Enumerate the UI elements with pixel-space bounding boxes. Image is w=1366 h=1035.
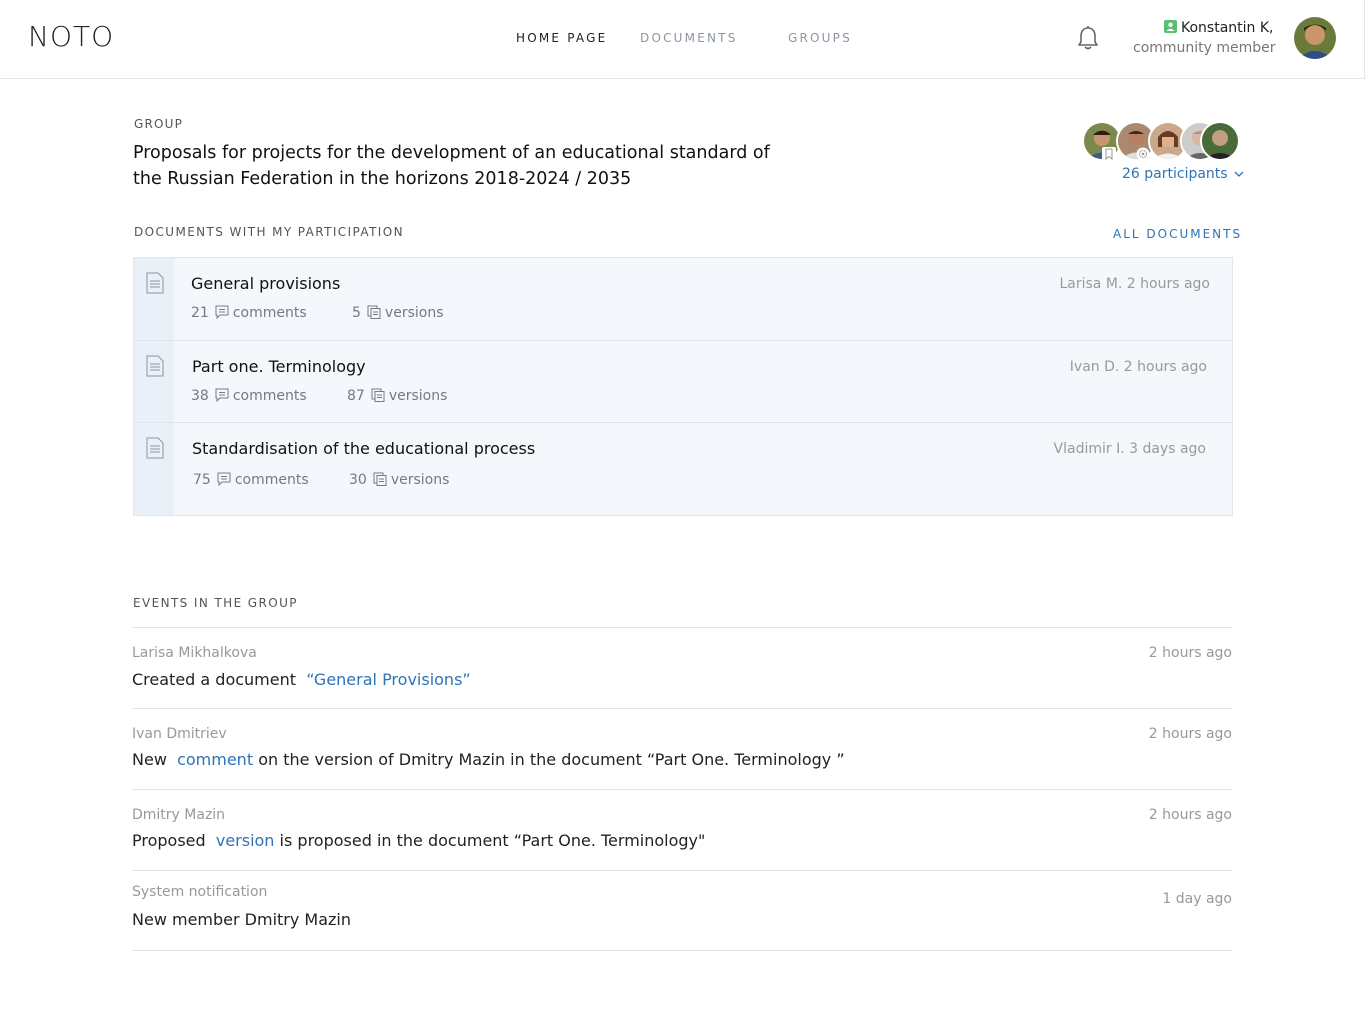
participants-link[interactable]: 26 participants [1122,166,1244,182]
event-item: Dmitry Mazin 2 hours ago Proposed versio… [132,789,1232,870]
event-text-pre: New [132,750,167,769]
comments-number: 75 [193,472,211,488]
user-role: community member [1133,40,1276,56]
versions-label: versions [384,305,444,321]
comments-count: 38 comments [191,388,307,404]
document-title[interactable]: Part one. Terminology [192,357,366,376]
event-item: Larisa Mikhalkova 2 hours ago Created a … [132,627,1232,708]
event-author: System notification [132,884,268,900]
document-row[interactable]: Part one. Terminology 38 comments 87 versi… [134,341,1232,422]
documents-list: General provisions 21 comments 5 versions … [133,257,1233,516]
event-text: Created a document “General Provisions” [132,670,471,689]
user-name-text: Konstantin K, [1181,20,1274,36]
logo[interactable]: NOTO [28,20,114,53]
all-documents-link[interactable]: ALL DOCUMENTS [1113,227,1242,241]
versions-label: versions [388,388,448,404]
documents-section-label: DOCUMENTS WITH MY PARTICIPATION [134,225,404,239]
chevron-down-icon [1234,171,1244,177]
top-header: NOTO HOME PAGE DOCUMENTS GROUPS Konstant… [0,0,1365,79]
document-icon [146,437,164,459]
versions-count: 87 versions [347,388,447,404]
event-time: 2 hours ago [1148,807,1232,823]
document-author-time: Vladimir I. 3 days ago [1053,441,1206,457]
versions-count: 5 versions [352,305,444,321]
document-author-time: Larisa M. 2 hours ago [1059,276,1210,292]
comments-count: 75 comments [193,472,309,488]
settings-badge-icon [1136,147,1150,161]
nav-home-page[interactable]: HOME PAGE [516,31,607,45]
event-text: New comment on the version of Dmitry Maz… [132,750,845,769]
event-item: Ivan Dmitriev 2 hours ago New comment on… [132,708,1232,789]
event-author[interactable]: Dmitry Mazin [132,807,225,823]
document-row[interactable]: General provisions 21 comments 5 versions … [134,258,1232,340]
participants-count: 26 participants [1122,166,1228,182]
event-author[interactable]: Larisa Mikhalkova [132,645,257,661]
event-time: 2 hours ago [1148,726,1232,742]
versions-icon [373,472,387,486]
document-author-time: Ivan D. 2 hours ago [1069,359,1207,375]
nav-groups[interactable]: GROUPS [788,31,852,45]
event-document-link[interactable]: “General Provisions” [306,670,471,689]
event-text-pre: Created a document [132,670,297,689]
comments-label: comments [232,388,307,404]
event-item: System notification 1 day ago New member… [132,870,1232,951]
versions-icon [371,388,385,402]
event-author[interactable]: Ivan Dmitriev [132,726,227,742]
versions-icon [367,305,381,319]
row-gutter [134,341,174,422]
row-gutter [134,258,174,340]
comments-number: 21 [191,305,209,321]
versions-label: versions [390,472,450,488]
bookmark-badge-icon [1102,147,1116,161]
document-title[interactable]: Standardisation of the educational proce… [192,439,535,458]
comment-icon [215,388,229,402]
document-icon [146,272,164,294]
versions-number: 5 [352,305,361,321]
document-row[interactable]: Standardisation of the educational proce… [134,423,1232,515]
comment-icon [215,305,229,319]
versions-number: 30 [349,472,367,488]
user-avatar[interactable] [1294,17,1336,59]
event-text: Proposed version is proposed in the docu… [132,831,705,850]
row-gutter [134,423,174,515]
nav-documents[interactable]: DOCUMENTS [640,31,738,45]
notification-bell-icon[interactable] [1074,24,1102,52]
versions-number: 87 [347,388,365,404]
event-text-pre: Proposed [132,831,206,850]
document-icon [146,355,164,377]
event-text-post: on the version of Dmitry Mazin in the do… [258,750,845,769]
event-text-post: is proposed in the document “Part One. T… [279,831,706,850]
comments-number: 38 [191,388,209,404]
user-badge-icon [1164,20,1177,33]
group-title: Proposals for projects for the developme… [133,143,770,189]
event-version-link[interactable]: version [216,831,275,850]
participants-avatars[interactable] [1082,121,1240,161]
group-kicker: GROUP [134,117,184,131]
comments-label: comments [232,305,307,321]
event-text: New member Dmitry Mazin [132,910,351,929]
events-bottom-divider [132,950,1232,951]
event-comment-link[interactable]: comment [177,750,253,769]
comments-label: comments [234,472,309,488]
event-text-pre: New member Dmitry Mazin [132,910,352,929]
participant-avatar[interactable] [1200,121,1240,161]
versions-count: 30 versions [349,472,449,488]
comments-count: 21 comments [191,305,307,321]
user-name[interactable]: Konstantin K, [1164,20,1274,36]
document-title[interactable]: General provisions [191,274,340,293]
event-time: 1 day ago [1162,891,1232,907]
events-section-label: EVENTS IN THE GROUP [133,596,298,610]
comment-icon [217,472,231,486]
event-time: 2 hours ago [1148,645,1232,661]
